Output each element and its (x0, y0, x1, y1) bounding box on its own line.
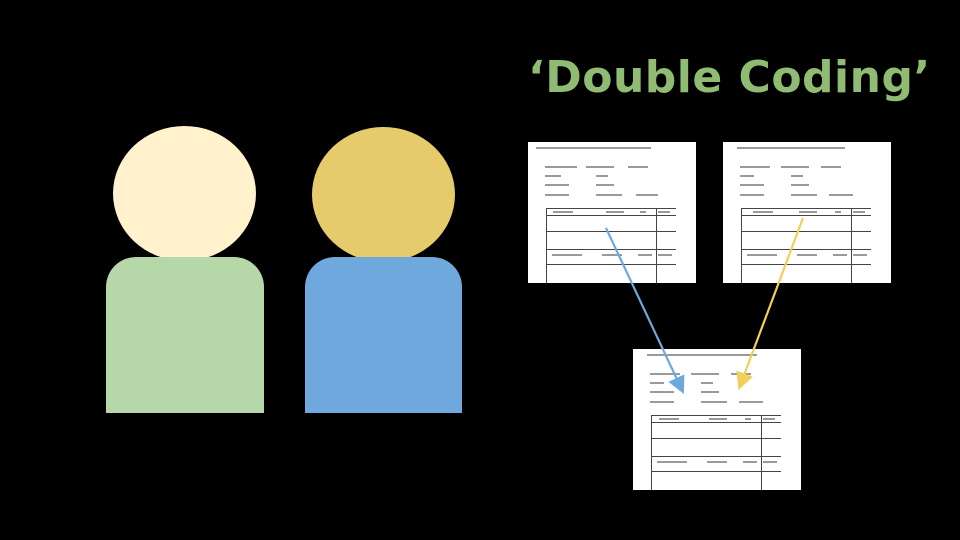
arrow-coder-2-to-combined (736, 217, 805, 391)
arrow-coder-1-to-combined (605, 227, 685, 394)
merge-arrows (605, 217, 805, 394)
